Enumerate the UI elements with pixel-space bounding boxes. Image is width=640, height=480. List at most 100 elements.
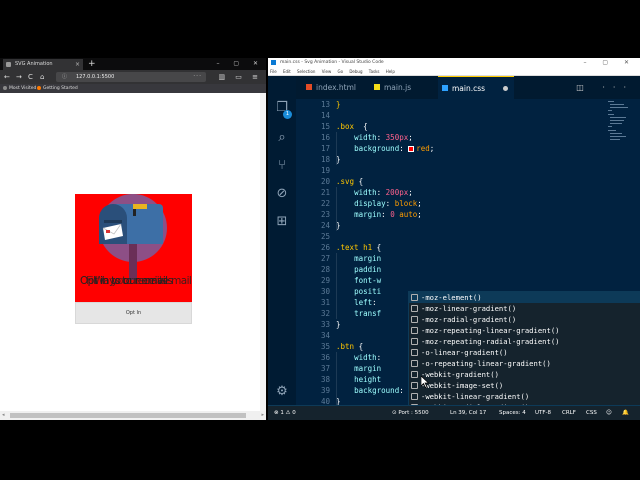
suggestion-item[interactable]: -moz-repeating-radial-gradient() — [409, 336, 640, 347]
suggestion-item[interactable]: -webkit-image-set() — [409, 380, 640, 391]
line-number: 17 — [320, 144, 330, 153]
suggestion-label: -moz-linear-gradient() — [421, 304, 517, 313]
bookmark-getting-started[interactable]: Getting Started — [37, 84, 78, 93]
bookmark-icon — [3, 85, 7, 90]
search-icon[interactable]: ⌕ — [272, 128, 292, 148]
language-mode[interactable]: CSS — [586, 406, 597, 420]
unsaved-dot-icon[interactable] — [503, 86, 508, 91]
vscode-window: main.css - Svg Animation - Visual Studio… — [268, 58, 640, 420]
line-number: 24 — [320, 221, 330, 230]
suggestion-label: -moz-repeating-linear-gradient() — [421, 326, 560, 335]
problems-indicator[interactable]: ⊗ 1 ⚠ 0 — [274, 406, 296, 420]
vscode-window-controls[interactable]: – ▢ ✕ — [583, 58, 636, 67]
menu-tasks[interactable]: Tasks — [369, 69, 380, 74]
suggestion-item[interactable]: -moz-repeating-linear-gradient() — [409, 325, 640, 336]
line-number: 19 — [320, 166, 330, 175]
line-number: 28 — [320, 265, 330, 274]
bookmark-most-visited[interactable]: Most Visited — [3, 84, 36, 93]
menu-selection[interactable]: Selection — [297, 69, 315, 74]
menu-view[interactable]: View — [322, 69, 332, 74]
tab-label: index.html — [316, 83, 356, 92]
back-icon[interactable]: ← — [4, 72, 10, 82]
code-line: display: block; — [354, 199, 422, 208]
suggestion-item[interactable]: -moz-radial-gradient() — [409, 314, 640, 325]
encoding[interactable]: UTF-8 — [535, 406, 551, 420]
value-icon — [411, 294, 418, 301]
code-editor[interactable]: 13 14 15 16 17 18 19 20 21 22 23 24 25 26 27 28 29 30 31 32… — [296, 99, 640, 420]
menu-go[interactable]: Go — [338, 69, 344, 74]
menu-edit[interactable]: Edit — [283, 69, 291, 74]
minimap-line — [608, 101, 614, 102]
reload-icon[interactable]: C — [28, 72, 33, 82]
code-line: } — [336, 100, 341, 109]
line-endings[interactable]: CRLF — [562, 406, 576, 420]
suggestion-item[interactable]: -moz-element() — [409, 292, 640, 303]
home-icon[interactable]: ⌂ — [40, 72, 44, 82]
activity-bar: ❐ 1 ⌕ ⑂ ⊘ ⊞ ⚙ — [268, 76, 296, 412]
minimap[interactable] — [608, 99, 632, 159]
suggestion-item[interactable]: -webkit-linear-gradient() — [409, 391, 640, 402]
suggestion-item[interactable]: -o-linear-gradient() — [409, 347, 640, 358]
new-tab-button[interactable]: + — [88, 58, 96, 70]
vertical-scrollbar[interactable] — [260, 93, 266, 411]
vscode-logo-icon — [271, 60, 276, 65]
firefox-window-controls[interactable]: – ▢ ✕ — [216, 58, 264, 70]
line-number: 33 — [320, 320, 330, 329]
minimap-line — [610, 107, 628, 108]
minimap-line — [608, 130, 616, 131]
line-number: 14 — [320, 111, 330, 120]
notifications-bell-icon[interactable]: 🔔 — [622, 406, 629, 420]
toolbar-icons[interactable]: ▥ ▭ ≡ — [218, 72, 262, 82]
page-actions-icon[interactable]: ··· — [193, 72, 202, 82]
line-number: 30 — [320, 287, 330, 296]
indentation[interactable]: Spaces: 4 — [499, 406, 526, 420]
debug-icon[interactable]: ⊘ — [272, 184, 292, 204]
tab-index-html[interactable]: index.html — [302, 76, 368, 99]
cursor-position[interactable]: Ln 39, Col 17 — [450, 406, 486, 420]
source-control-icon[interactable]: ⑂ — [272, 156, 292, 176]
line-number: 23 — [320, 210, 330, 219]
tab-close-icon[interactable]: × — [75, 59, 80, 70]
value-icon — [411, 393, 418, 400]
value-icon — [411, 327, 418, 334]
tab-main-css[interactable]: main.css — [438, 76, 514, 99]
autocomplete-suggestions[interactable]: i -moz-element()-moz-linear-gradient()-m… — [408, 291, 640, 420]
minimap-line — [610, 133, 622, 134]
suggestion-item[interactable]: -webkit-gradient() — [409, 369, 640, 380]
editor-tabs: index.html main.js main.css ◫ ··· — [296, 76, 640, 99]
scroll-right-icon[interactable]: ▸ — [261, 411, 264, 420]
url-text: 127.0.0.1:5500 — [76, 74, 115, 80]
line-number: 37 — [320, 364, 330, 373]
editor-actions[interactable]: ◫ ··· — [576, 76, 634, 99]
menu-help[interactable]: Help — [386, 69, 395, 74]
horizontal-scrollbar[interactable]: ◂ ▸ — [0, 411, 266, 420]
firefox-navbar: ← → C ⌂ ⓘ 127.0.0.1:5500 ··· ▥ ▭ ≡ — [0, 70, 266, 84]
menu-file[interactable]: File — [270, 69, 277, 74]
line-number: 26 — [320, 243, 330, 252]
suggestion-label: -o-repeating-linear-gradient() — [421, 359, 551, 368]
indent-guide — [336, 132, 337, 165]
line-number: 20 — [320, 177, 330, 186]
scrollbar-thumb[interactable] — [10, 413, 246, 418]
feedback-smiley-icon[interactable]: ☺ — [606, 406, 612, 420]
url-bar[interactable]: ⓘ 127.0.0.1:5500 ··· — [56, 72, 206, 82]
tab-main-js[interactable]: main.js — [370, 76, 436, 99]
suggestion-item[interactable]: -o-repeating-linear-gradient() — [409, 358, 640, 369]
line-number: 22 — [320, 199, 330, 208]
site-info-icon[interactable]: ⓘ — [62, 72, 67, 82]
opt-in-button[interactable]: Opt In — [75, 302, 192, 324]
code-line: height — [354, 375, 382, 384]
forward-icon[interactable]: → — [16, 72, 22, 82]
browser-tab[interactable]: SVG Animation × — [3, 59, 83, 70]
menu-debug[interactable]: Debug — [349, 69, 362, 74]
line-number: 13 — [320, 100, 330, 109]
mailbox-flag — [133, 204, 147, 209]
scroll-left-icon[interactable]: ◂ — [2, 411, 5, 420]
live-server-port[interactable]: ⊙ Port : 5500 — [392, 406, 429, 420]
line-number: 31 — [320, 298, 330, 307]
code-line: font-w — [354, 276, 382, 285]
settings-gear-icon[interactable]: ⚙ — [272, 382, 292, 402]
value-icon — [411, 338, 418, 345]
suggestion-item[interactable]: -moz-linear-gradient() — [409, 303, 640, 314]
extensions-icon[interactable]: ⊞ — [272, 212, 292, 232]
